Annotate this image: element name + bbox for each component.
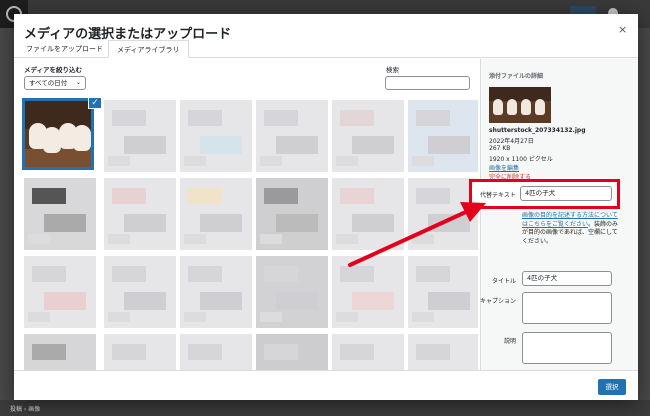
date-filter-select[interactable]: すべての日付 ⌄ — [24, 76, 86, 90]
media-item[interactable] — [256, 100, 328, 172]
media-item[interactable] — [24, 256, 96, 328]
attachment-size: 267 KB — [489, 145, 511, 152]
media-item[interactable] — [24, 178, 96, 250]
title-input[interactable]: 4匹の子犬 — [522, 271, 612, 286]
alt-text-highlight: 代替テキスト 4匹の子犬 — [469, 179, 620, 209]
title-label: タイトル — [491, 278, 516, 285]
media-item[interactable] — [256, 178, 328, 250]
breadcrumb: 投稿 › 画像 — [10, 406, 41, 413]
chevron-down-icon: ⌄ — [75, 79, 81, 86]
media-item-selected[interactable] — [22, 98, 94, 170]
media-item[interactable] — [104, 178, 176, 250]
tab-media-library[interactable]: メディアライブラリ — [108, 40, 189, 58]
media-item[interactable] — [332, 100, 404, 172]
media-item[interactable] — [332, 256, 404, 328]
date-filter-value: すべての日付 — [29, 79, 68, 87]
media-item[interactable] — [408, 256, 478, 328]
description-label: 説明 — [503, 338, 516, 345]
modal-footer: 選択 — [14, 370, 638, 400]
media-item[interactable] — [180, 256, 252, 328]
edit-image-link[interactable]: 画像を編集 — [489, 163, 519, 172]
attachment-filename: shutterstock_207334132.jpg — [489, 127, 586, 134]
tab-upload[interactable]: ファイルをアップロード — [18, 40, 111, 58]
media-item[interactable] — [104, 256, 176, 328]
media-item[interactable] — [332, 178, 404, 250]
close-icon[interactable]: × — [618, 23, 627, 36]
alt-text-input[interactable]: 4匹の子犬 — [520, 186, 612, 201]
caption-label: キャプション — [479, 298, 516, 305]
editor-breadcrumb-bar: 投稿 › 画像 — [0, 400, 650, 416]
caption-textarea[interactable] — [522, 292, 612, 324]
checkmark-icon[interactable]: ✓ — [88, 98, 102, 109]
media-item[interactable] — [256, 256, 328, 328]
attachment-date: 2022年4月27日 — [489, 138, 534, 145]
attachment-thumbnail — [489, 87, 551, 123]
description-textarea[interactable] — [522, 332, 612, 364]
media-item[interactable] — [408, 100, 478, 172]
media-item[interactable] — [180, 100, 252, 172]
alt-text-help: 画像の目的を記述する方法についてはこちらをご覧ください。装飾のみが目的の画像であ… — [522, 212, 620, 246]
alt-text-label: 代替テキスト — [480, 192, 516, 199]
attachment-dimensions: 1920 x 1100 ピクセル — [489, 156, 553, 163]
media-item[interactable] — [408, 178, 478, 250]
media-grid: ✓ — [22, 98, 478, 400]
media-item[interactable] — [104, 100, 176, 172]
filter-label: メディアを絞り込む — [24, 66, 83, 74]
media-tabs: ファイルをアップロード メディアライブラリ — [14, 40, 638, 58]
search-input[interactable] — [385, 76, 470, 90]
select-button[interactable]: 選択 — [598, 379, 626, 395]
search-label: 検索 — [386, 66, 399, 74]
attachment-details-heading: 添付ファイルの詳細 — [489, 73, 544, 80]
media-item[interactable] — [180, 178, 252, 250]
